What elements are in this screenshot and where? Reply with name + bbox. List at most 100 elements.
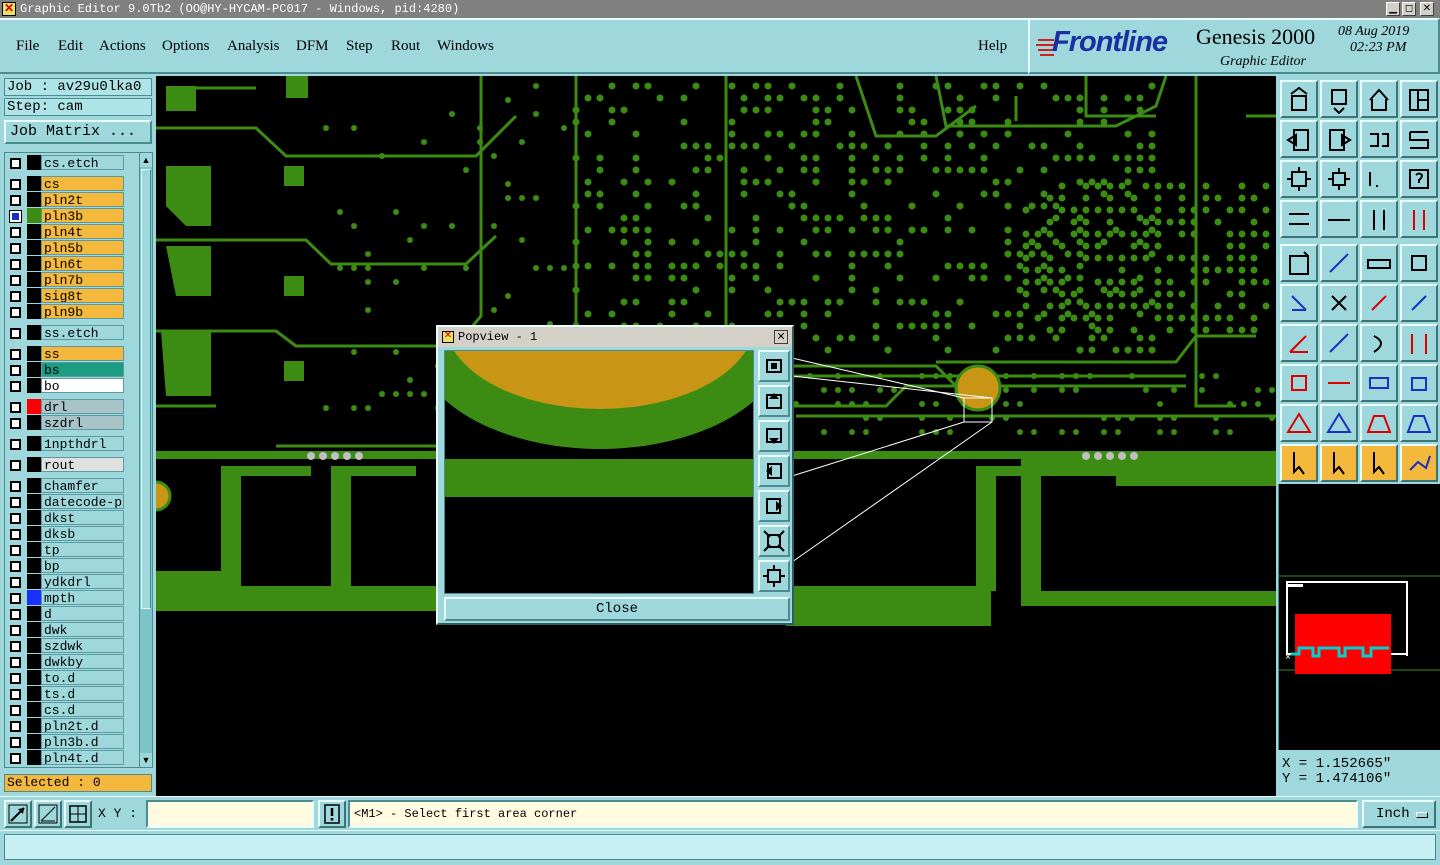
layer-name[interactable]: szdrl: [41, 415, 124, 430]
layer-color-swatch[interactable]: [27, 155, 41, 170]
tool-button[interactable]: [1280, 160, 1318, 198]
tool-button[interactable]: [1360, 404, 1398, 442]
layer-color-swatch[interactable]: [27, 436, 41, 451]
layer-row[interactable]: to.d: [5, 670, 139, 686]
layer-row[interactable]: dwkby: [5, 654, 139, 670]
tool-button[interactable]: [1400, 324, 1438, 362]
layer-row[interactable]: ts.d: [5, 686, 139, 702]
menu-rout[interactable]: Rout: [391, 38, 420, 55]
menu-actions[interactable]: Actions: [99, 38, 146, 55]
layer-name[interactable]: cs.d: [41, 702, 124, 717]
layer-checkbox[interactable]: [10, 625, 21, 636]
tool-button[interactable]: [1400, 284, 1438, 322]
layer-row[interactable]: chamfer: [5, 478, 139, 494]
layer-checkbox[interactable]: [10, 609, 21, 620]
tool-button[interactable]: [1280, 364, 1318, 402]
tool-button[interactable]: [1360, 284, 1398, 322]
layer-checkbox[interactable]: [10, 481, 21, 492]
layer-color-swatch[interactable]: [27, 346, 41, 361]
layer-name[interactable]: ydkdrl: [41, 574, 124, 589]
layer-color-swatch[interactable]: [27, 415, 41, 430]
tool-button[interactable]: [1400, 80, 1438, 118]
layer-row[interactable]: cs.etch: [5, 155, 139, 171]
menu-file[interactable]: File: [16, 38, 39, 55]
grid-button[interactable]: [64, 800, 92, 828]
layer-checkbox[interactable]: [9, 210, 22, 223]
layer-checkbox[interactable]: [10, 577, 21, 588]
xy-input[interactable]: [146, 800, 314, 828]
tool-button[interactable]: [1360, 244, 1398, 282]
tool-button[interactable]: [1320, 120, 1358, 158]
tool-button[interactable]: [1400, 404, 1438, 442]
menu-windows[interactable]: Windows: [437, 38, 494, 55]
layer-color-swatch[interactable]: [27, 702, 41, 717]
layer-name[interactable]: ss: [41, 346, 124, 361]
layer-color-swatch[interactable]: [27, 542, 41, 557]
tool-button[interactable]: [1280, 80, 1318, 118]
layer-color-swatch[interactable]: [27, 606, 41, 621]
layer-name[interactable]: datecode-pto: [41, 494, 124, 509]
menu-step[interactable]: Step: [346, 38, 373, 55]
layer-row[interactable]: pln9b: [5, 304, 139, 320]
layer-row[interactable]: d: [5, 606, 139, 622]
layer-color-swatch[interactable]: [27, 224, 41, 239]
tool-button[interactable]: [1320, 444, 1358, 482]
layer-name[interactable]: bs: [41, 362, 124, 377]
maximize-button[interactable]: ◻: [1402, 2, 1416, 16]
scroll-thumb[interactable]: [141, 169, 151, 609]
tool-button[interactable]: [1320, 404, 1358, 442]
tool-button[interactable]: [1400, 244, 1438, 282]
units-select[interactable]: Inch: [1362, 800, 1436, 828]
layer-checkbox[interactable]: [10, 689, 21, 700]
layer-row[interactable]: mpth: [5, 590, 139, 606]
layer-row[interactable]: ydkdrl: [5, 574, 139, 590]
layer-row[interactable]: szdrl: [5, 415, 139, 431]
layer-color-swatch[interactable]: [27, 686, 41, 701]
layer-row[interactable]: dwk: [5, 622, 139, 638]
layer-checkbox[interactable]: [10, 307, 21, 318]
layer-color-swatch[interactable]: [27, 378, 41, 393]
layer-row[interactable]: tp: [5, 542, 139, 558]
measure-button[interactable]: [34, 800, 62, 828]
layer-checkbox[interactable]: [10, 275, 21, 286]
layer-checkbox[interactable]: [10, 593, 21, 604]
tool-button[interactable]: [1320, 160, 1358, 198]
layer-row[interactable]: sig8t: [5, 288, 139, 304]
menu-edit[interactable]: Edit: [58, 38, 83, 55]
tool-button[interactable]: [1280, 200, 1318, 238]
layer-row[interactable]: cs.d: [5, 702, 139, 718]
layer-checkbox[interactable]: [10, 381, 21, 392]
layer-checkbox[interactable]: [10, 291, 21, 302]
tool-button[interactable]: [1400, 200, 1438, 238]
snap-button[interactable]: [4, 800, 32, 828]
layer-color-swatch[interactable]: [27, 272, 41, 287]
layer-row[interactable]: dkst: [5, 510, 139, 526]
layer-checkbox[interactable]: [10, 259, 21, 270]
tool-button[interactable]: [1320, 200, 1358, 238]
layer-checkbox[interactable]: [10, 195, 21, 206]
layer-name[interactable]: pln4t: [41, 224, 124, 239]
close-window-button[interactable]: ✕: [1420, 2, 1434, 16]
layer-color-swatch[interactable]: [27, 622, 41, 637]
layer-checkbox[interactable]: [10, 460, 21, 471]
layer-name[interactable]: dksb: [41, 526, 124, 541]
tool-button[interactable]: [1360, 444, 1398, 482]
layer-checkbox[interactable]: [10, 365, 21, 376]
layer-name[interactable]: dwk: [41, 622, 124, 637]
board-overview[interactable]: ×: [1278, 484, 1440, 750]
layer-color-swatch[interactable]: [27, 304, 41, 319]
layer-name[interactable]: to.d: [41, 670, 124, 685]
layer-color-swatch[interactable]: [27, 734, 41, 749]
layer-name[interactable]: pln2t.d: [41, 718, 124, 733]
layer-row[interactable]: drl: [5, 399, 139, 415]
layer-row[interactable]: 1npthdrl: [5, 436, 139, 452]
layer-name[interactable]: cs.etch: [41, 155, 124, 170]
tool-button[interactable]: [1360, 200, 1398, 238]
layer-color-swatch[interactable]: [27, 750, 41, 765]
layer-checkbox[interactable]: [10, 673, 21, 684]
layer-row[interactable]: pln2t.d: [5, 718, 139, 734]
layer-color-swatch[interactable]: [27, 574, 41, 589]
tool-button[interactable]: [1280, 120, 1318, 158]
layer-row[interactable]: dksb: [5, 526, 139, 542]
layer-color-swatch[interactable]: [27, 288, 41, 303]
